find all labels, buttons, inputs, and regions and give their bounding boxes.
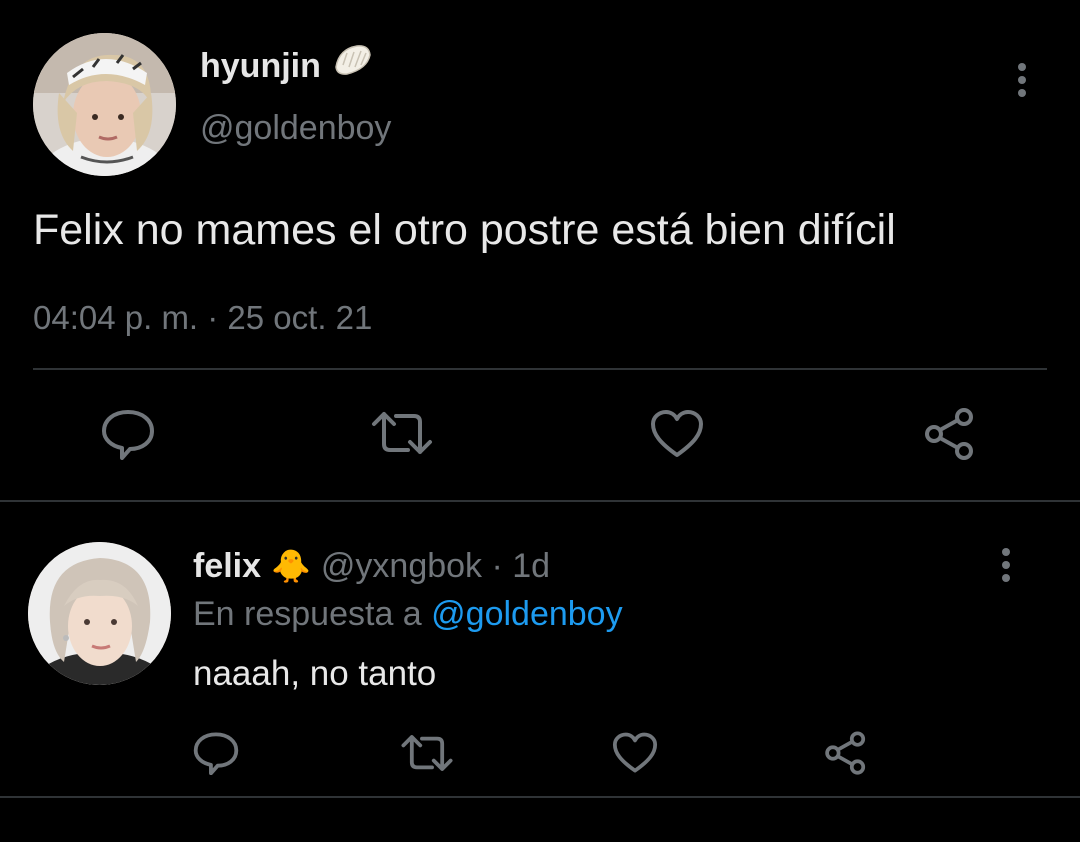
like-icon[interactable] [612, 732, 658, 774]
reply-handle-and-time[interactable]: @yxngbok · 1d [321, 542, 550, 590]
reply-context: En respuesta a @goldenboy [193, 590, 623, 638]
reply-icon[interactable] [192, 731, 240, 775]
dumpling-icon [333, 42, 373, 90]
chick-icon: 🐥 [271, 548, 311, 584]
divider [0, 796, 1080, 798]
main-tweet-timestamp[interactable]: 04:04 p. m. · 25 oct. 21 [33, 294, 372, 342]
mention-link[interactable]: @goldenboy [431, 595, 622, 633]
more-options-icon[interactable] [996, 548, 1016, 582]
divider [33, 368, 1047, 370]
reply-tweet-avatar[interactable] [28, 542, 171, 685]
main-tweet-handle[interactable]: @goldenboy [200, 104, 391, 152]
retweet-icon[interactable] [370, 410, 434, 456]
reply-context-prefix: En respuesta a [193, 595, 432, 633]
main-tweet-text: Felix no mames el otro postre está bien … [33, 206, 896, 254]
reply-tweet-header: felix 🐥 @yxngbok · 1d [193, 542, 550, 590]
more-options-icon[interactable] [1012, 63, 1032, 97]
divider [0, 500, 1080, 502]
display-name-text: hyunjin [200, 47, 321, 85]
share-icon[interactable] [922, 406, 978, 462]
like-icon[interactable] [650, 409, 704, 459]
retweet-icon[interactable] [400, 733, 454, 773]
main-tweet-avatar[interactable] [33, 33, 176, 176]
share-icon[interactable] [823, 730, 869, 776]
avatar-photo [28, 542, 171, 685]
main-tweet-display-name[interactable]: hyunjin [200, 42, 373, 90]
reply-display-name[interactable]: felix [193, 542, 261, 590]
avatar-photo [33, 33, 176, 176]
reply-icon[interactable] [100, 408, 156, 460]
reply-tweet-text: naaah, no tanto [193, 654, 437, 693]
